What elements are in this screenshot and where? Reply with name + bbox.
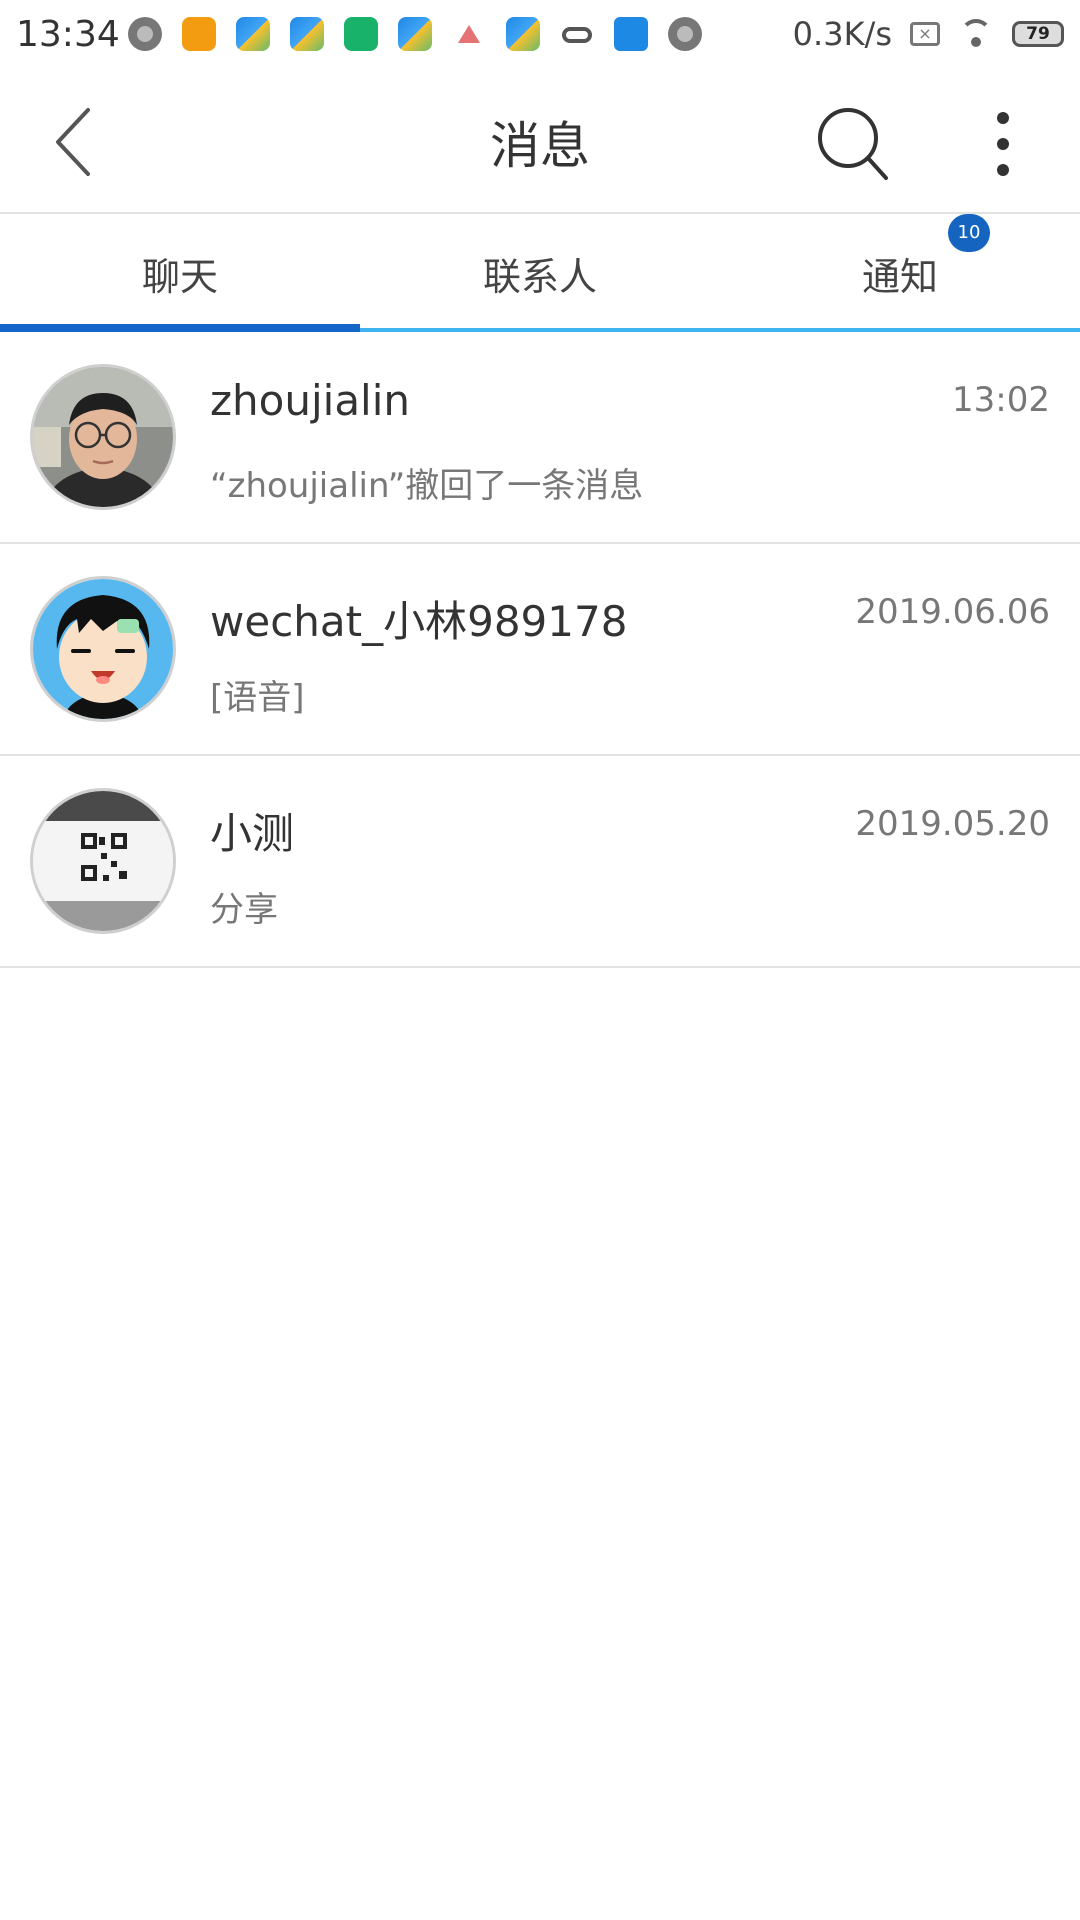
chat-list: zhoujialin 13:02 “zhoujialin”撤回了一条消息 wec… <box>0 332 1080 968</box>
gray-circle-icon <box>668 17 702 51</box>
tab-notifications[interactable]: 通知 10 <box>720 213 1080 332</box>
wifi-icon <box>958 19 994 49</box>
avatar <box>30 788 176 934</box>
green-app-icon <box>344 17 378 51</box>
active-tab-indicator <box>0 324 360 332</box>
chat-item-zhoujialin[interactable]: zhoujialin 13:02 “zhoujialin”撤回了一条消息 <box>0 332 1080 544</box>
chat-last-message: 分享 <box>210 890 278 930</box>
chat-time: 13:02 <box>952 380 1050 420</box>
cartoon-boy-avatar-icon <box>33 579 173 719</box>
taobao-icon <box>182 17 216 51</box>
tab-contacts[interactable]: 联系人 <box>360 214 720 332</box>
chat-time: 2019.05.20 <box>855 804 1050 844</box>
search-icon <box>818 108 888 180</box>
triangle-app-icon <box>452 17 486 51</box>
notification-icons <box>128 12 702 56</box>
status-bar: 13:34 0.3K/s × 79 <box>0 0 1080 72</box>
person-photo-avatar-icon <box>33 367 173 507</box>
more-options-button[interactable] <box>968 102 1038 186</box>
plane-app-icon <box>398 17 432 51</box>
plane-app-icon <box>290 17 324 51</box>
gray-circle-icon <box>128 17 162 51</box>
chat-last-message: [语音] <box>210 678 305 718</box>
chat-last-message: “zhoujialin”撤回了一条消息 <box>210 466 644 506</box>
plane-app-icon <box>236 17 270 51</box>
status-time: 13:34 <box>16 14 120 55</box>
tab-bar: 聊天 联系人 通知 10 <box>0 213 1080 332</box>
net-speed: 0.3K/s <box>792 15 892 53</box>
more-vertical-icon <box>997 112 1009 176</box>
tab-label: 通知 <box>861 254 938 299</box>
battery-icon: 79 <box>1012 21 1064 47</box>
chat-name: wechat_小林989178 <box>210 597 628 646</box>
search-button[interactable] <box>812 102 896 186</box>
tab-label: 联系人 <box>482 254 597 299</box>
qr-code-photo-avatar-icon <box>33 791 173 931</box>
tab-label: 聊天 <box>141 254 218 299</box>
chat-item-wechat[interactable]: wechat_小林989178 2019.06.06 [语音] <box>0 544 1080 756</box>
chat-name: 小测 <box>210 809 295 858</box>
app-header: 消息 <box>0 72 1080 214</box>
chat-time: 2019.06.06 <box>855 592 1050 632</box>
avatar <box>30 364 176 510</box>
notification-count-badge: 10 <box>948 213 990 252</box>
blue-app-icon <box>614 17 648 51</box>
chat-name: zhoujialin <box>210 376 411 425</box>
cloud-icon <box>560 17 594 51</box>
tab-chat[interactable]: 聊天 <box>0 214 360 332</box>
plane-app-icon <box>506 17 540 51</box>
no-sim-icon: × <box>910 22 940 46</box>
chat-item-xiaoce[interactable]: 小测 2019.05.20 分享 <box>0 756 1080 968</box>
avatar <box>30 576 176 722</box>
page-title: 消息 <box>490 117 590 175</box>
